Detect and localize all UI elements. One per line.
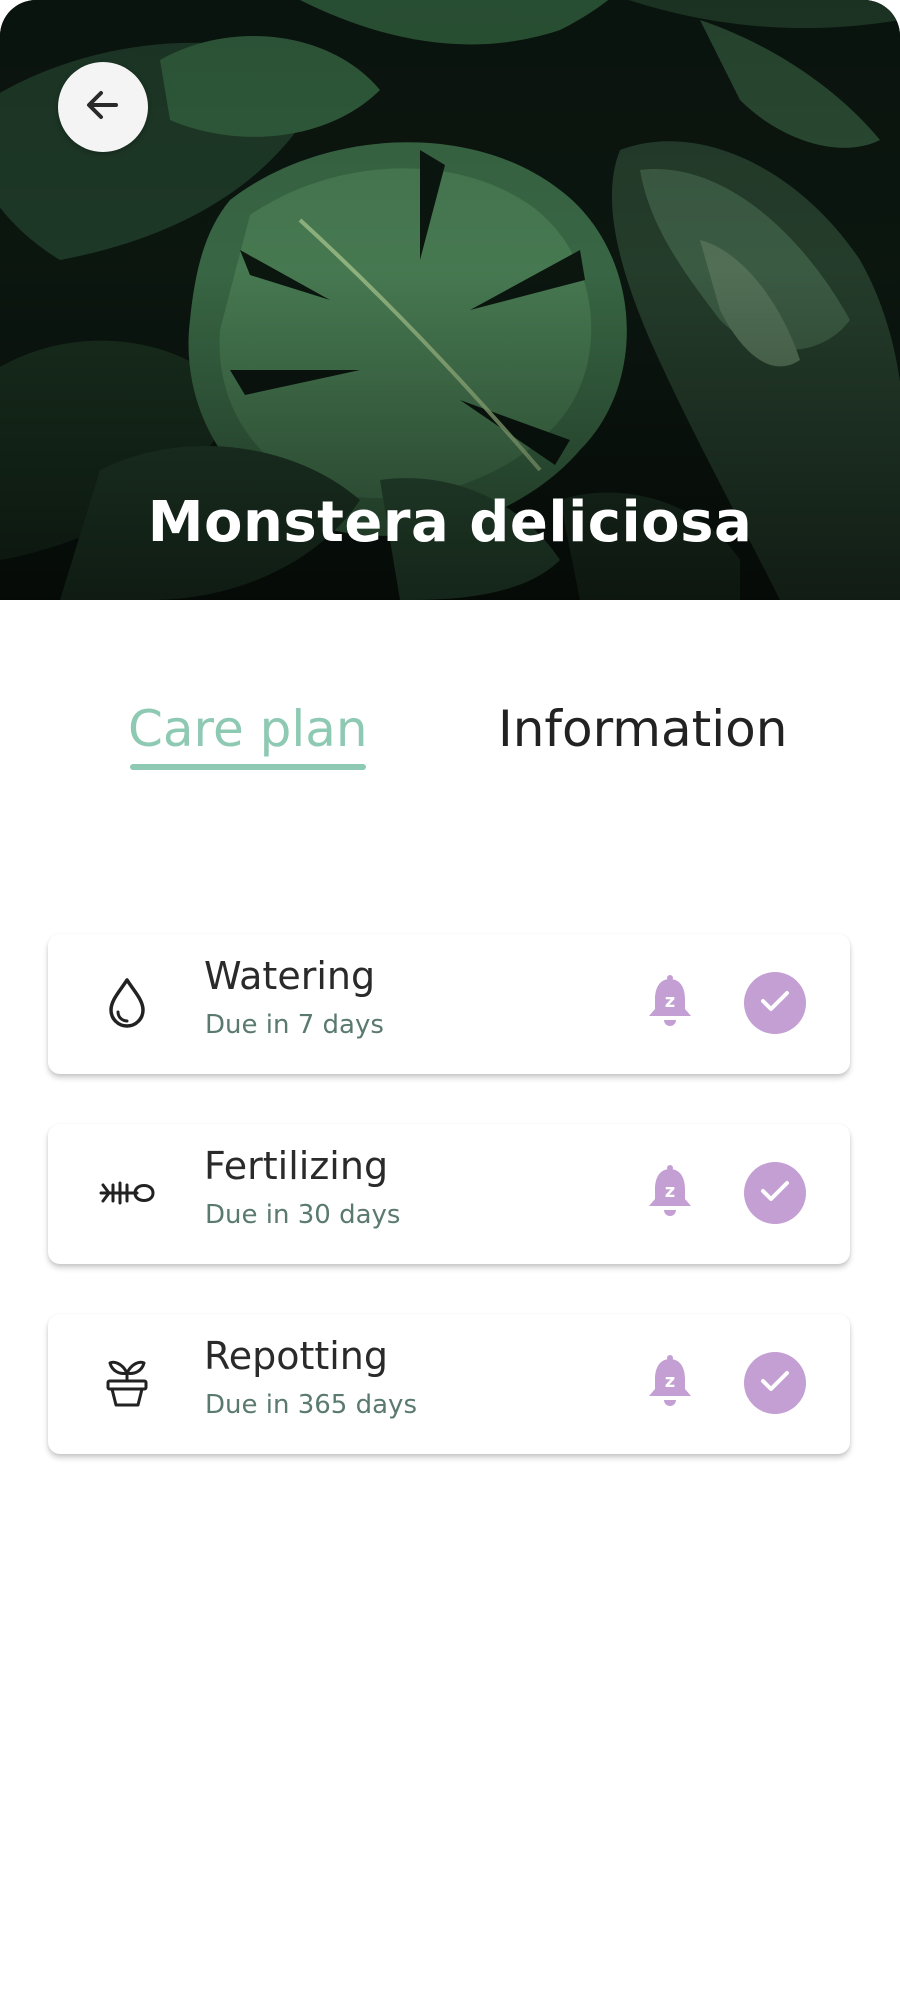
arrow-left-icon [80, 82, 126, 133]
task-name: Fertilizing [204, 1144, 389, 1188]
plant-pot-icon [94, 1350, 160, 1416]
snooze-bell-icon: z [645, 1354, 695, 1414]
mark-done-button[interactable] [744, 972, 806, 1034]
snooze-button[interactable]: z [638, 1162, 702, 1226]
snooze-button[interactable]: z [638, 1352, 702, 1416]
mark-done-button[interactable] [744, 1352, 806, 1414]
svg-text:z: z [665, 991, 675, 1012]
back-button[interactable] [58, 62, 148, 152]
snooze-button[interactable]: z [638, 972, 702, 1036]
svg-text:z: z [665, 1181, 675, 1202]
snooze-bell-icon: z [645, 974, 695, 1034]
check-icon [758, 1367, 792, 1400]
svg-text:z: z [665, 1371, 675, 1392]
task-name: Watering [204, 954, 376, 998]
care-task-card-fertilizing[interactable]: Fertilizing Due in 30 days z [48, 1124, 850, 1264]
active-tab-indicator [130, 764, 366, 770]
tab-label: Information [498, 700, 788, 758]
water-drop-icon [94, 970, 160, 1036]
fertilizer-icon [94, 1160, 160, 1226]
care-task-card-repotting[interactable]: Repotting Due in 365 days z [48, 1314, 850, 1454]
mark-done-button[interactable] [744, 1162, 806, 1224]
snooze-bell-icon: z [645, 1164, 695, 1224]
tab-information[interactable]: Information [498, 700, 787, 758]
plant-hero-image: Monstera deliciosa [0, 0, 900, 600]
tab-label: Care plan [128, 700, 368, 758]
check-icon [758, 987, 792, 1020]
plant-name-title: Monstera deliciosa [147, 490, 753, 555]
detail-tabs: Care plan Information [0, 700, 900, 780]
task-due-text: Due in 7 days [205, 1010, 384, 1040]
tab-care-plan[interactable]: Care plan [128, 700, 368, 770]
task-due-text: Due in 30 days [205, 1200, 401, 1230]
plant-detail-screen: Monstera deliciosa Care plan Information… [0, 0, 900, 2000]
check-icon [758, 1177, 792, 1210]
task-due-text: Due in 365 days [205, 1390, 417, 1420]
care-task-card-watering[interactable]: Watering Due in 7 days z [48, 934, 850, 1074]
task-name: Repotting [204, 1334, 389, 1378]
